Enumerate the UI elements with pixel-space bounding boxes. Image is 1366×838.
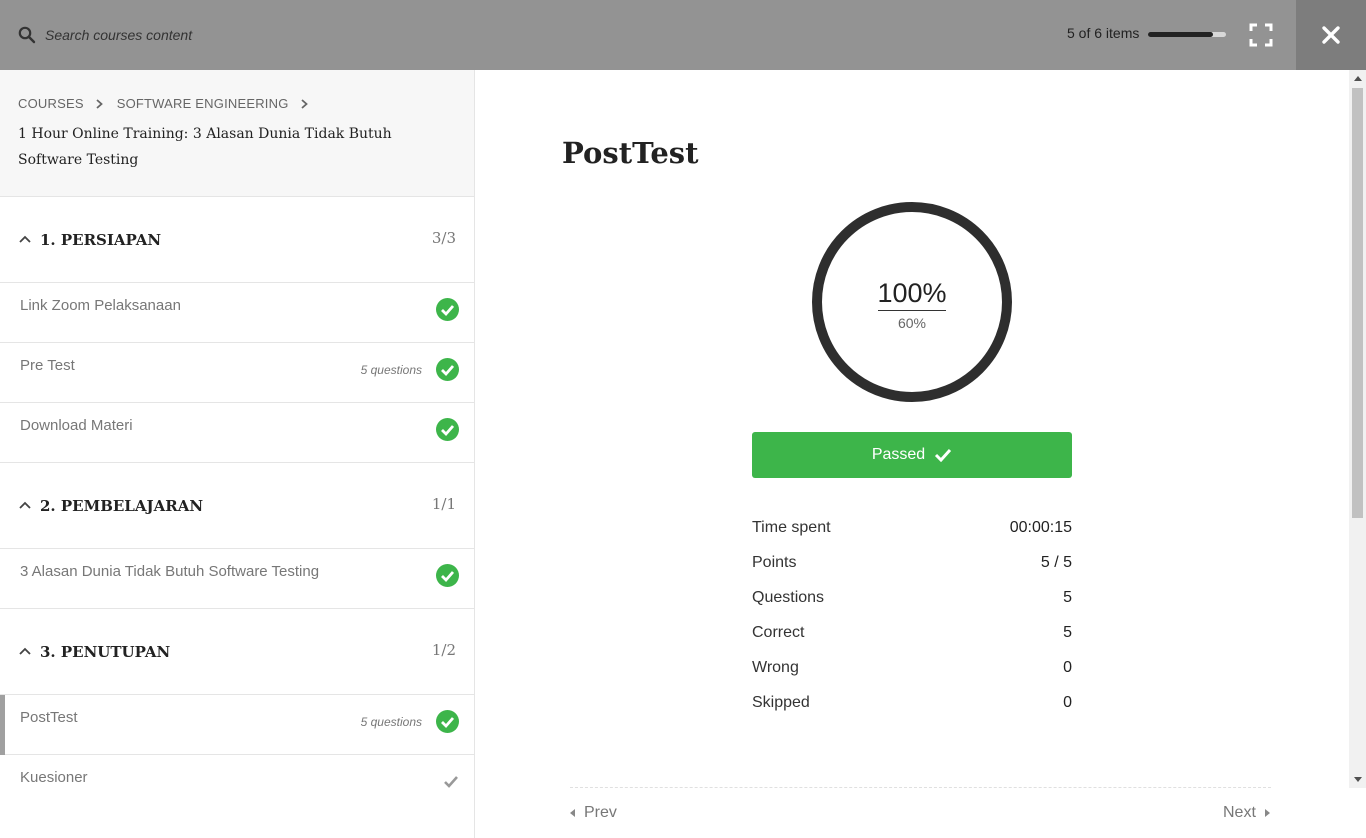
question-count: 5 questions [360, 715, 422, 729]
breadcrumb: COURSES SOFTWARE ENGINEERING [18, 96, 456, 111]
result-status-badge: Passed [752, 432, 1072, 478]
lesson-item[interactable]: Link Zoom Pelaksanaan [0, 283, 474, 343]
caret-left-icon [570, 809, 575, 817]
search-box[interactable] [18, 22, 418, 48]
next-button[interactable]: Next [1223, 804, 1270, 822]
stat-label: Questions [752, 588, 825, 606]
completed-check-icon [436, 564, 459, 587]
scroll-up-arrow[interactable] [1349, 70, 1366, 87]
lesson-item[interactable]: Pre Test 5 questions [0, 343, 474, 403]
items-count: 5 of 6 items [1067, 25, 1140, 41]
result-stats: Time spent 00:00:15 Points 5 / 5 Questio… [752, 510, 1072, 720]
prev-label: Prev [584, 804, 617, 821]
course-title[interactable]: 1 Hour Online Training: 3 Alasan Dunia T… [18, 121, 458, 173]
section-header[interactable]: 2. PEMBELAJARAN 1/1 [0, 463, 474, 549]
stat-label: Points [752, 553, 797, 571]
score-circle: 100% 60% [812, 202, 1012, 402]
lesson-item[interactable]: Download Materi [0, 403, 474, 463]
prev-button[interactable]: Prev [570, 804, 617, 822]
lesson-title: Download Materi [20, 417, 133, 434]
stat-row: Points 5 / 5 [752, 545, 1072, 580]
section-header[interactable]: 1. PERSIAPAN 3/3 [0, 197, 474, 283]
course-header: COURSES SOFTWARE ENGINEERING 1 Hour Onli… [0, 70, 474, 197]
chevron-up-icon [19, 235, 31, 243]
lesson-item[interactable]: Kuesioner [0, 755, 474, 815]
nav-divider [570, 787, 1271, 788]
lesson-item[interactable]: 3 Alasan Dunia Tidak Butuh Software Test… [0, 549, 474, 609]
quiz-title: PostTest [562, 136, 699, 170]
fullscreen-button[interactable] [1226, 0, 1296, 70]
section-progress-count: 1/1 [431, 495, 456, 513]
lesson-title: Kuesioner [20, 769, 88, 786]
section-header[interactable]: 3. PENUTUPAN 1/2 [0, 609, 474, 695]
stat-value: 00:00:15 [1009, 518, 1072, 536]
check-icon [935, 448, 952, 462]
fullscreen-icon [1249, 23, 1273, 47]
stat-label: Time spent [752, 518, 831, 536]
lesson-title: 3 Alasan Dunia Tidak Butuh Software Test… [20, 563, 320, 580]
completed-check-icon [436, 710, 459, 733]
completed-check-icon [436, 298, 459, 321]
score-divider [878, 310, 946, 311]
chevron-right-icon [300, 98, 308, 109]
chevron-up-icon [19, 647, 31, 655]
lesson-item-active[interactable]: PostTest 5 questions [0, 695, 474, 755]
top-bar: 5 of 6 items [0, 0, 1366, 70]
stat-row: Wrong 0 [752, 650, 1072, 685]
close-button[interactable] [1296, 0, 1366, 70]
breadcrumb-courses[interactable]: COURSES [18, 96, 84, 111]
passing-grade: 60% [897, 315, 927, 331]
course-progress-bar [1148, 32, 1226, 37]
check-icon [444, 776, 458, 788]
quiz-result-panel: PostTest 100% 60% Passed Time spent 00:0… [475, 70, 1349, 838]
search-icon [18, 26, 36, 44]
chevron-right-icon [96, 98, 103, 109]
stat-label: Wrong [752, 658, 799, 676]
scroll-thumb[interactable] [1352, 88, 1363, 518]
breadcrumb-category[interactable]: SOFTWARE ENGINEERING [117, 96, 289, 111]
stat-value: 0 [1063, 658, 1072, 676]
question-count: 5 questions [360, 363, 422, 377]
completed-check-icon [436, 358, 459, 381]
stat-row: Correct 5 [752, 615, 1072, 650]
chevron-up-icon [19, 501, 31, 509]
search-input[interactable] [45, 27, 405, 43]
course-curriculum-sidebar: COURSES SOFTWARE ENGINEERING 1 Hour Onli… [0, 70, 475, 838]
caret-right-icon [1264, 809, 1270, 817]
stat-row: Time spent 00:00:15 [752, 510, 1072, 545]
vertical-scrollbar[interactable] [1349, 70, 1366, 788]
section-title: 2. PEMBELAJARAN [40, 497, 204, 515]
stat-value: 0 [1063, 693, 1072, 711]
stat-row: Questions 5 [752, 580, 1072, 615]
scroll-down-arrow[interactable] [1349, 771, 1366, 788]
stat-value: 5 [1063, 588, 1072, 606]
section-progress-count: 3/3 [431, 229, 456, 247]
section-progress-count: 1/2 [431, 641, 456, 659]
section-title: 3. PENUTUPAN [40, 643, 171, 661]
stat-value: 5 [1063, 623, 1072, 641]
section-title: 1. PERSIAPAN [40, 231, 162, 249]
stat-label: Correct [752, 623, 805, 641]
stat-value: 5 / 5 [1040, 553, 1072, 571]
result-label: Passed [871, 446, 926, 463]
lesson-title: Pre Test [20, 357, 75, 374]
completed-check-icon [436, 418, 459, 441]
stat-label: Skipped [752, 693, 810, 711]
course-progress-fill [1148, 32, 1213, 37]
lesson-title: PostTest [20, 709, 78, 726]
stat-row: Skipped 0 [752, 685, 1072, 720]
close-icon [1322, 26, 1340, 44]
lesson-title: Link Zoom Pelaksanaan [20, 297, 181, 314]
next-label: Next [1223, 804, 1256, 821]
score-percentage: 100% [877, 278, 947, 308]
